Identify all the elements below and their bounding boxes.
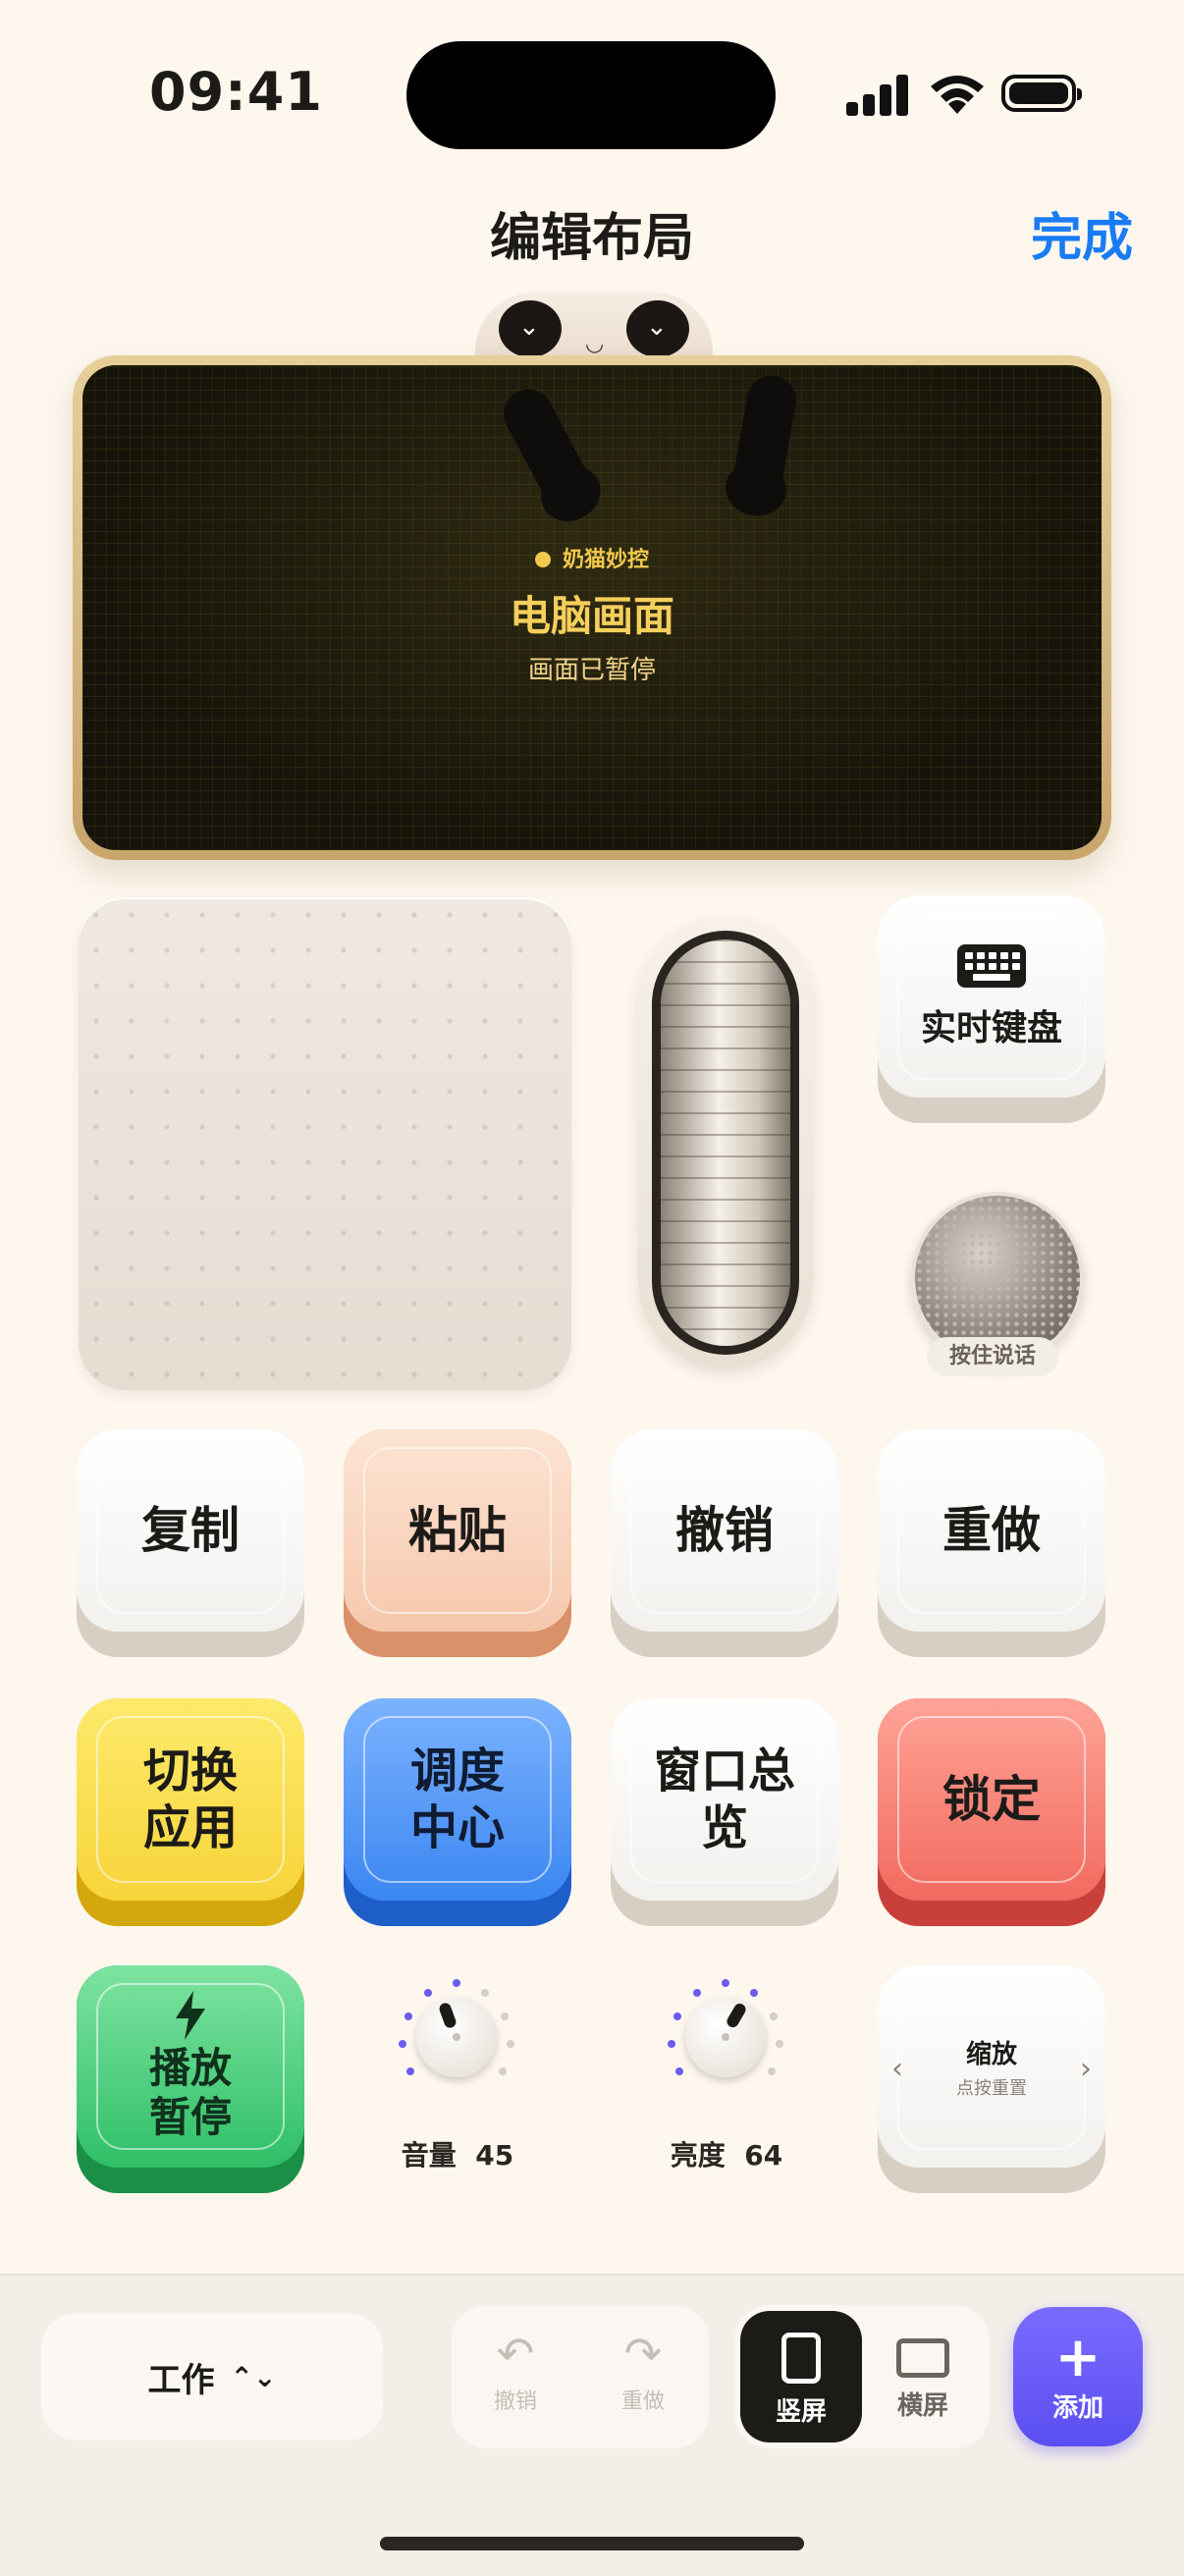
redo-key-button[interactable]: 重做	[878, 1429, 1105, 1657]
switch-app-label-1: 切换	[142, 1744, 238, 1798]
window-overview-button[interactable]: 窗口总 览	[611, 1698, 838, 1926]
landscape-button[interactable]: 横屏	[862, 2311, 984, 2442]
battery-icon	[1001, 75, 1082, 112]
redo-arrow-icon: ↷	[623, 2327, 663, 2380]
play-pause-label-2: 暂停	[148, 2093, 232, 2141]
landscape-label: 横屏	[896, 2391, 948, 2421]
zoom-subtitle: 点按重置	[956, 2077, 1027, 2099]
copy-label: 复制	[141, 1502, 240, 1559]
paste-button[interactable]: 粘贴	[344, 1429, 571, 1657]
push-to-talk-label: 按住说话	[927, 1337, 1058, 1376]
trackpad[interactable]	[79, 897, 571, 1390]
status-time: 09:41	[149, 61, 323, 123]
add-label: 添加	[1051, 2393, 1103, 2423]
live-keyboard-label: 实时键盘	[920, 1008, 1062, 1048]
brand-name: 奶猫妙控	[562, 548, 649, 572]
zoom-in-chevron-right-icon[interactable]: ›	[1080, 2052, 1092, 2086]
mascot-paw-right	[729, 371, 800, 507]
play-pause-button[interactable]: 播放 暂停	[77, 1965, 304, 2193]
screen-preview-panel[interactable]: 奶猫妙控 电脑画面 画面已暂停	[73, 355, 1111, 860]
portrait-icon	[781, 2333, 821, 2384]
switch-app-button[interactable]: 切换 应用	[77, 1698, 304, 1926]
lock-button[interactable]: 锁定	[878, 1698, 1105, 1926]
scroll-wheel-ridges	[661, 939, 790, 1346]
screen-title: 电脑画面	[509, 592, 674, 640]
done-button[interactable]: 完成	[1031, 196, 1133, 270]
zoom-control[interactable]: 缩放 点按重置 ‹ ›	[878, 1965, 1105, 2193]
toolbar-redo-button[interactable]: ↷ 重做	[579, 2305, 707, 2448]
plus-icon: +	[1054, 2326, 1102, 2389]
undo-key-button[interactable]: 撤销	[611, 1429, 838, 1657]
volume-knob[interactable]	[393, 1973, 520, 2101]
mascot-paw-left	[495, 380, 599, 517]
scroll-wheel[interactable]	[638, 917, 813, 1368]
chevron-updown-icon: ⌃⌄	[230, 2360, 277, 2393]
dynamic-island	[406, 41, 776, 149]
undo-arrow-icon: ↶	[496, 2327, 535, 2380]
window-overview-label-1: 窗口总	[653, 1744, 795, 1798]
orientation-toggle: 竖屏 横屏	[734, 2305, 990, 2448]
brightness-label: 亮度	[670, 2139, 726, 2172]
screen-preview: 奶猫妙控 电脑画面 画面已暂停	[82, 365, 1102, 850]
volume-value: 45	[475, 2139, 514, 2172]
mission-control-label-1: 调度	[409, 1744, 505, 1798]
volume-label: 音量	[401, 2139, 457, 2172]
copy-button[interactable]: 复制	[77, 1429, 304, 1657]
status-icons	[846, 71, 1082, 120]
switch-app-label-2: 应用	[142, 1800, 238, 1855]
cellular-signal-icon	[846, 71, 909, 116]
brightness-knob[interactable]	[662, 1973, 789, 2101]
portrait-button[interactable]: 竖屏	[740, 2311, 862, 2442]
brand-dot-icon	[534, 552, 551, 567]
wifi-icon	[931, 76, 984, 114]
lightning-icon	[176, 1991, 205, 2040]
history-group: ↶ 撤销 ↷ 重做	[452, 2305, 709, 2448]
profile-label: 工作	[147, 2360, 215, 2400]
mission-control-label-2: 中心	[409, 1800, 505, 1855]
undo-key-label: 撤销	[675, 1502, 774, 1559]
portrait-label: 竖屏	[775, 2397, 827, 2427]
add-button[interactable]: + 添加	[1013, 2307, 1143, 2446]
live-keyboard-button[interactable]: 实时键盘	[878, 895, 1105, 1123]
screen-status: 画面已暂停	[527, 656, 656, 685]
toolbar-undo-button[interactable]: ↶ 撤销	[452, 2305, 579, 2448]
toolbar-undo-label: 撤销	[493, 2389, 537, 2414]
brightness-value: 64	[744, 2139, 783, 2172]
page-title: 编辑布局	[489, 209, 694, 268]
zoom-out-chevron-left-icon[interactable]: ‹	[891, 2052, 903, 2086]
profile-selector[interactable]: 工作 ⌃⌄	[41, 2313, 383, 2441]
home-indicator	[380, 2537, 804, 2550]
window-overview-label-2: 览	[700, 1800, 748, 1855]
zoom-title: 缩放	[965, 2039, 1017, 2069]
lock-label: 锁定	[942, 1771, 1041, 1828]
play-pause-label-1: 播放	[148, 2044, 232, 2092]
toolbar-redo-label: 重做	[620, 2389, 665, 2414]
paste-label: 粘贴	[408, 1502, 507, 1559]
mission-control-button[interactable]: 调度 中心	[344, 1698, 571, 1926]
redo-key-label: 重做	[942, 1502, 1041, 1559]
keyboard-icon	[957, 944, 1026, 988]
landscape-icon	[896, 2338, 949, 2378]
